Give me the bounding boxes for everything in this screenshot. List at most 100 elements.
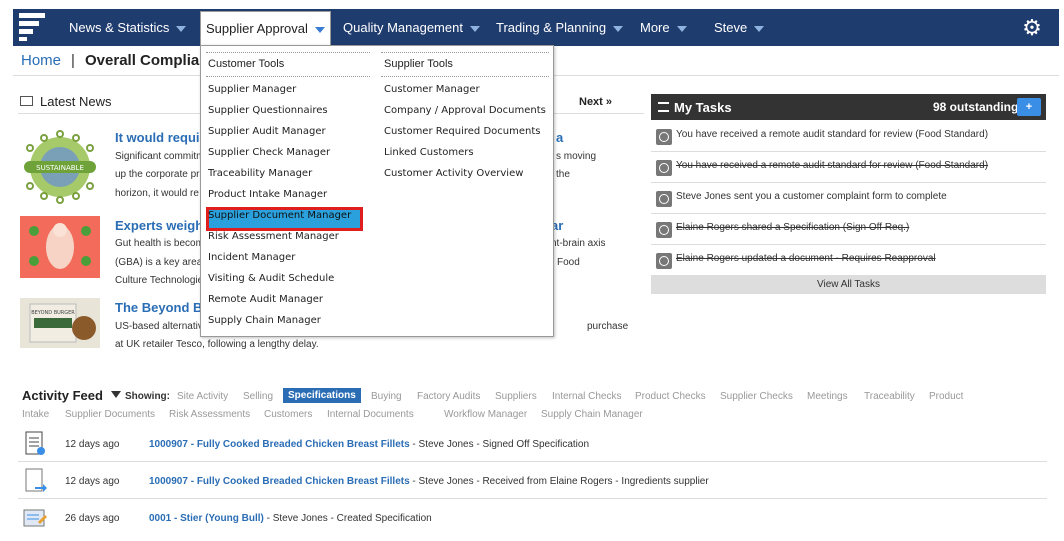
activity-description: 1000907 - Fully Cooked Breaded Chicken B… (149, 439, 589, 450)
news-text: s moving (556, 151, 597, 162)
news-thumbnail (20, 216, 100, 278)
filter-site-activity[interactable]: Site Activity (177, 391, 228, 402)
document-icon (21, 430, 47, 456)
chevron-down-icon (676, 25, 687, 32)
activity-time: 26 days ago (65, 513, 120, 524)
menu-remote-audit-manager[interactable]: Remote Audit Manager (208, 294, 323, 305)
nav-supplier-approval[interactable]: Supplier Approval (200, 11, 331, 46)
menu-supplier-audit-manager[interactable]: Supplier Audit Manager (208, 126, 326, 137)
task-item[interactable]: You have received a remote audit standar… (651, 152, 1046, 183)
nav-news-statistics[interactable]: News & Statistics (69, 9, 187, 46)
view-all-tasks-button[interactable]: View All Tasks (651, 276, 1046, 294)
activity-row[interactable]: 12 days ago 1000907 - Fully Cooked Bread… (18, 425, 1047, 462)
activity-link[interactable]: 1000907 - Fully Cooked Breaded Chicken B… (149, 439, 410, 450)
filter-internal-documents[interactable]: Internal Documents (327, 409, 414, 420)
divider (206, 52, 370, 53)
nav-label: Quality Management (343, 20, 463, 35)
task-item[interactable]: Steve Jones sent you a customer complain… (651, 183, 1046, 214)
menu-supplier-questionnaires[interactable]: Supplier Questionnaires (208, 105, 328, 116)
news-next-link[interactable]: Next » (579, 96, 612, 108)
activity-link[interactable]: 0001 - Stier (Young Bull) (149, 513, 264, 524)
filter-supplier-documents[interactable]: Supplier Documents (65, 409, 155, 420)
my-tasks-title: My Tasks (674, 100, 732, 115)
filter-traceability[interactable]: Traceability (864, 391, 915, 402)
filter-suppliers[interactable]: Suppliers (495, 391, 537, 402)
news-title[interactable]: It would require (115, 130, 212, 145)
menu-product-intake-manager[interactable]: Product Intake Manager (208, 189, 327, 200)
news-text: nt-brain axis (551, 238, 606, 249)
nav-user-steve[interactable]: Steve (714, 9, 765, 46)
filter-specifications[interactable]: Specifications (283, 388, 361, 403)
activity-description: 1000907 - Fully Cooked Breaded Chicken B… (149, 476, 709, 487)
news-title[interactable]: The Beyond Bu (115, 300, 210, 315)
received-icon (21, 467, 47, 493)
filter-selling[interactable]: Selling (243, 391, 273, 402)
activity-detail: - Steve Jones - Created Specification (263, 513, 432, 524)
menu-visiting-audit-schedule[interactable]: Visiting & Audit Schedule (208, 273, 334, 284)
task-item[interactable]: You have received a remote audit standar… (651, 121, 1046, 152)
logo-icon[interactable] (19, 13, 47, 41)
filter-risk-assessments[interactable]: Risk Assessments (169, 409, 250, 420)
news-title[interactable]: a (556, 130, 563, 145)
menu-supplier-manager[interactable]: Supplier Manager (208, 84, 296, 95)
menu-traceability-manager[interactable]: Traceability Manager (208, 168, 312, 179)
filter-supply-chain-manager[interactable]: Supply Chain Manager (541, 409, 643, 420)
svg-text:SUSTAINABLE: SUSTAINABLE (36, 164, 84, 172)
filter-workflow-manager[interactable]: Workflow Manager (444, 409, 527, 420)
my-tasks-header: My Tasks 98 outstanding + (651, 94, 1046, 120)
menu-supplier-document-manager[interactable]: Supplier Document Manager (208, 210, 351, 221)
filter-meetings[interactable]: Meetings (807, 391, 848, 402)
breadcrumb-separator: | (71, 52, 75, 69)
task-text: You have received a remote audit standar… (676, 160, 989, 171)
news-thumbnail: SUSTAINABLE (20, 128, 100, 206)
menu-customer-required-documents[interactable]: Customer Required Documents (384, 126, 540, 137)
menu-supplier-check-manager[interactable]: Supplier Check Manager (208, 147, 330, 158)
menu-supply-chain-manager[interactable]: Supply Chain Manager (208, 315, 321, 326)
filter-factory-audits[interactable]: Factory Audits (417, 391, 480, 402)
add-task-button[interactable]: + (1017, 98, 1041, 116)
news-title[interactable]: Experts weigh (115, 218, 203, 233)
activity-time: 12 days ago (65, 476, 120, 487)
gear-icon[interactable]: ⚙ (1021, 17, 1043, 39)
menu-customer-manager[interactable]: Customer Manager (384, 84, 480, 95)
clock-icon (656, 222, 672, 238)
breadcrumb-home[interactable]: Home (21, 52, 61, 69)
menu-risk-assessment-manager[interactable]: Risk Assessment Manager (208, 231, 339, 242)
filter-customers[interactable]: Customers (264, 409, 312, 420)
filter-icon (111, 391, 121, 398)
filter-product-checks[interactable]: Product Checks (635, 391, 706, 402)
filter-internal-checks[interactable]: Internal Checks (552, 391, 621, 402)
menu-company-approval-documents[interactable]: Company / Approval Documents (384, 105, 546, 116)
filter-product-intake[interactable]: Product (929, 391, 963, 402)
task-item[interactable]: Elaine Rogers shared a Specification (Si… (651, 214, 1046, 245)
news-text: (GBA) is a key area (115, 257, 203, 268)
nav-trading-planning[interactable]: Trading & Planning (496, 9, 624, 46)
menu-linked-customers[interactable]: Linked Customers (384, 147, 474, 158)
top-nav: News & Statistics Supplier Approval Qual… (13, 9, 1059, 46)
supplier-tools-heading: Supplier Tools (384, 58, 453, 70)
nav-label: More (640, 20, 670, 35)
task-text: You have received a remote audit standar… (676, 129, 989, 140)
list-icon (658, 102, 669, 112)
chevron-down-icon (613, 25, 624, 32)
nav-label: Steve (714, 20, 748, 35)
filter-supplier-checks[interactable]: Supplier Checks (720, 391, 793, 402)
clock-icon (656, 129, 672, 145)
menu-incident-manager[interactable]: Incident Manager (208, 252, 295, 263)
activity-link[interactable]: 1000907 - Fully Cooked Breaded Chicken B… (149, 476, 410, 487)
svg-text:BEYOND BURGER: BEYOND BURGER (31, 310, 75, 316)
news-text: up the corporate pri (115, 169, 202, 180)
menu-customer-activity-overview[interactable]: Customer Activity Overview (384, 168, 523, 179)
clock-icon (656, 160, 672, 176)
divider (381, 76, 549, 77)
clock-icon (656, 191, 672, 207)
nav-more[interactable]: More (640, 9, 687, 46)
nav-quality-management[interactable]: Quality Management (343, 9, 480, 46)
activity-row[interactable]: 12 days ago 1000907 - Fully Cooked Bread… (18, 462, 1047, 499)
task-item[interactable]: Elaine Rogers updated a document - Requi… (651, 245, 1046, 276)
filter-buying[interactable]: Buying (371, 391, 402, 402)
chevron-down-icon (754, 25, 765, 32)
clock-icon (656, 253, 672, 269)
activity-row[interactable]: 26 days ago 0001 - Stier (Young Bull) - … (18, 499, 1047, 536)
filter-product-intake[interactable]: Intake (22, 409, 49, 420)
